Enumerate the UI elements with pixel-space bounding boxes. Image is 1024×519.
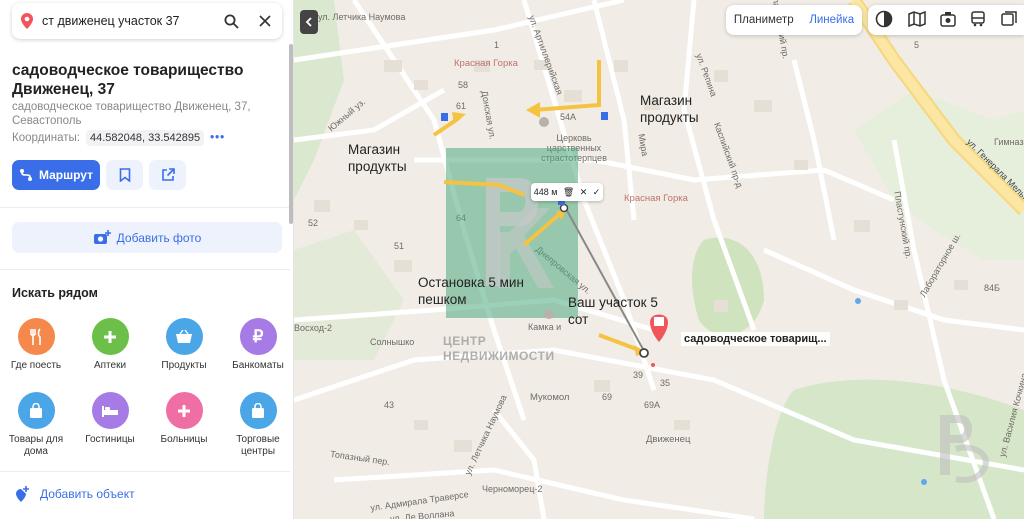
location-pin-icon: [12, 13, 42, 29]
sidebar-panel: ст движенец участок 37 садоводческое тов…: [0, 0, 294, 519]
annotation-plot: Ваш участок 5 сот: [568, 295, 658, 327]
annotation-overlay: [432, 60, 668, 367]
nearby-item-label: Гостиницы: [85, 434, 135, 445]
coordinates-label: Координаты:: [12, 132, 80, 144]
route-button[interactable]: Маршрут: [12, 160, 100, 190]
nearby-item-label: Торговые центры: [236, 434, 280, 457]
plus-icon: [91, 318, 129, 355]
close-icon[interactable]: [248, 15, 282, 27]
nearby-item-label: Продукты: [161, 360, 207, 371]
check-icon[interactable]: ✓: [593, 187, 601, 198]
bed-icon: [91, 392, 129, 429]
screenshot-icon[interactable]: [1001, 10, 1017, 30]
fork-knife-icon: [17, 318, 55, 355]
ruler-button[interactable]: Линейка: [809, 14, 854, 26]
ruler-distance-value: 448 м: [533, 187, 558, 197]
nearby-item-label: Аптеки: [93, 360, 127, 371]
collapse-panel-button[interactable]: [300, 10, 318, 34]
nearby-item-label: Больницы: [160, 434, 208, 445]
divider: [0, 471, 290, 472]
annotation-stop: Остановка 5 мин пешком: [418, 275, 524, 307]
map-layers-toolbar: [868, 5, 1024, 35]
map-view-icon[interactable]: [907, 10, 926, 30]
route-button-label: Маршрут: [38, 168, 94, 182]
nearby-item-food[interactable]: Где поесть: [6, 318, 66, 372]
nearby-item-label: Банкоматы: [232, 360, 284, 371]
bag-icon: [239, 392, 277, 429]
divider: [0, 207, 290, 208]
scrollbar[interactable]: [289, 44, 293, 224]
map-canvas[interactable]: ул. Летчика Наумова Красная Горка Красна…: [294, 0, 1024, 519]
panorama-icon[interactable]: [940, 11, 956, 30]
nearby-item-groceries[interactable]: Продукты: [154, 318, 214, 372]
place-title: садоводческое товарищество Движенец, 37: [12, 62, 244, 98]
share-button[interactable]: [149, 160, 186, 190]
bookmark-button[interactable]: [106, 160, 143, 190]
basket-icon: [165, 318, 203, 355]
search-icon[interactable]: [214, 14, 248, 29]
planimeter-button[interactable]: Планиметр: [734, 14, 794, 26]
add-object-label: Добавить объект: [40, 487, 135, 501]
layers-icon[interactable]: [875, 10, 893, 31]
coordinates-row: Координаты: 44.582048, 33.542895 •••: [12, 130, 225, 146]
ruble-icon: ₽: [239, 318, 277, 355]
nearby-item-pharmacy[interactable]: Аптеки: [80, 318, 140, 372]
search-box[interactable]: ст движенец участок 37: [12, 3, 282, 39]
bag-icon: [17, 392, 55, 429]
plus-icon: [165, 392, 203, 429]
add-location-icon: [16, 486, 29, 502]
annotation-shop-2: Магазин продукты: [640, 93, 699, 125]
close-icon[interactable]: ✕: [580, 187, 588, 198]
add-photo-label: Добавить фото: [116, 230, 202, 245]
measure-toolbar: Планиметр Линейка: [726, 5, 862, 35]
nearby-item-label: Товары для дома: [8, 434, 64, 457]
search-input[interactable]: ст движенец участок 37: [42, 14, 214, 28]
nearby-item-atm[interactable]: ₽ Банкоматы: [228, 318, 288, 372]
add-photo-button[interactable]: Добавить фото: [12, 222, 282, 253]
camera-plus-icon: [93, 230, 111, 244]
transit-icon[interactable]: [970, 10, 986, 30]
nearby-item-hospitals[interactable]: Больницы: [154, 392, 214, 446]
nearby-item-home-goods[interactable]: Товары для дома: [6, 392, 66, 458]
nearby-item-hotels[interactable]: Гостиницы: [80, 392, 140, 446]
ruler-distance-popup[interactable]: 448 м 🗑 ✕ ✓: [531, 183, 603, 201]
annotation-shop-1: Магазин продукты: [348, 142, 407, 174]
coordinates-value[interactable]: 44.582048, 33.542895: [85, 130, 205, 146]
nearby-item-malls[interactable]: Торговые центры: [228, 392, 288, 458]
chevron-left-icon: [305, 17, 312, 27]
poi-name-label[interactable]: садоводческое товарищ...: [681, 332, 830, 346]
nearby-item-label: Где поесть: [10, 360, 62, 371]
route-icon: [19, 169, 32, 181]
trash-icon[interactable]: 🗑: [563, 187, 574, 198]
add-object-button[interactable]: Добавить объект: [14, 486, 135, 502]
nearby-heading: Искать рядом: [12, 286, 98, 300]
divider: [0, 269, 290, 270]
bookmark-icon: [119, 168, 130, 182]
share-icon: [161, 168, 175, 181]
more-options-button[interactable]: •••: [210, 132, 225, 144]
place-address: садоводческое товарищество Движенец, 37,…: [12, 101, 251, 127]
